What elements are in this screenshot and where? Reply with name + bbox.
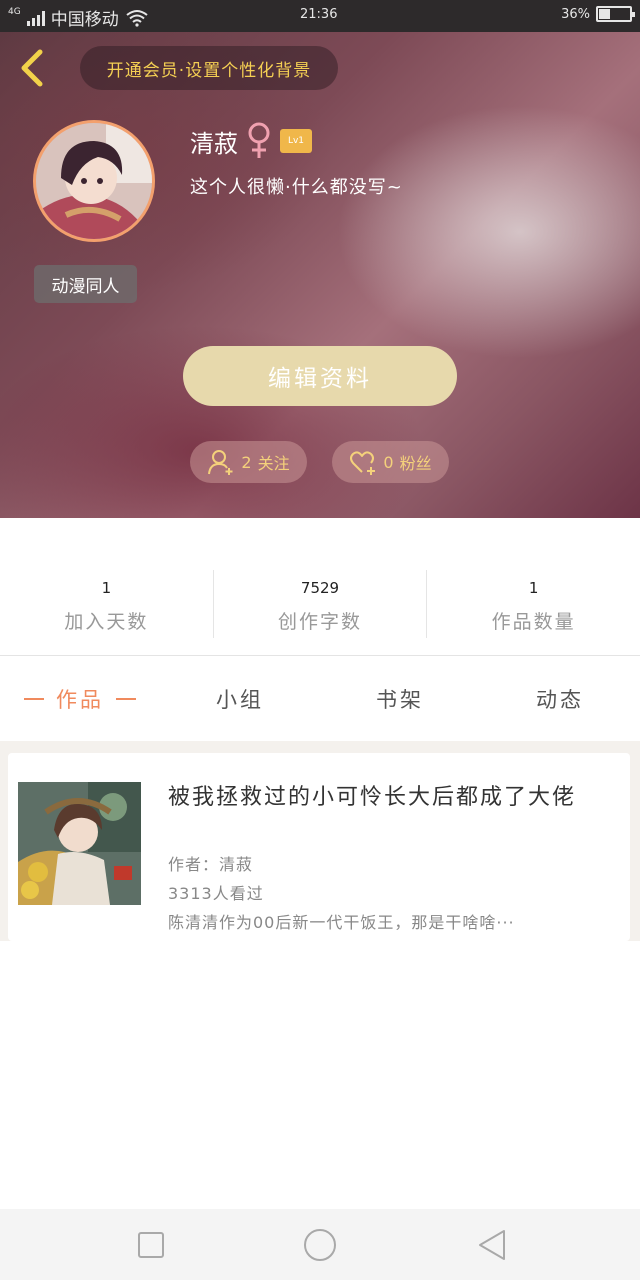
tab-activity[interactable]: 动态 — [480, 657, 640, 741]
works-list: 被我拯救过的小可怜长大后都成了大佬 作者：清菽 3313人看过 陈清清作为00后… — [0, 741, 640, 941]
fans-count: 0 — [383, 452, 394, 472]
profile-header: 开通会员·设置个性化背景 动漫同人 清菽 Lv1 这个人很懒·什么都没写~ 编辑… — [0, 32, 640, 518]
following-count: 2 — [241, 452, 252, 472]
status-right: 36% — [561, 6, 635, 22]
status-left: 4G 中国移动 — [8, 5, 149, 30]
username-row: 清菽 Lv1 — [190, 122, 312, 160]
status-bar: 4G 中国移动 21:36 36% — [0, 0, 640, 32]
stat-value: 1 — [528, 579, 539, 597]
fans-button[interactable]: 0 粉丝 — [332, 441, 449, 483]
stat-label: 作品数量 — [491, 611, 576, 633]
network-type: 4G — [8, 6, 21, 17]
work-card[interactable]: 被我拯救过的小可怜长大后都成了大佬 作者：清菽 3313人看过 陈清清作为00后… — [8, 753, 630, 941]
avatar[interactable] — [33, 120, 155, 242]
heart-add-icon — [350, 451, 376, 475]
stat-word-count: 7529 创作字数 — [214, 570, 428, 638]
vip-banner[interactable]: 开通会员·设置个性化背景 — [80, 46, 338, 90]
stat-works-count: 1 作品数量 — [427, 570, 640, 638]
category-tag[interactable]: 动漫同人 — [34, 265, 137, 303]
stat-value: 1 — [101, 579, 112, 597]
fans-label: 粉丝 — [399, 454, 432, 473]
username: 清菽 — [190, 129, 238, 158]
tab-bookshelf[interactable]: 书架 — [320, 657, 480, 741]
book-summary: 陈清清作为00后新一代干饭王，那是干啥啥··· — [168, 913, 515, 932]
avatar-image — [36, 123, 152, 239]
following-button[interactable]: 2 关注 — [190, 441, 307, 483]
stat-label: 加入天数 — [64, 611, 149, 633]
clock: 21:36 — [300, 7, 338, 22]
wifi-icon — [126, 9, 148, 27]
stats-row: 1 加入天数 7529 创作字数 1 作品数量 — [0, 570, 640, 638]
carrier-name: 中国移动 — [50, 10, 119, 30]
battery-icon — [596, 6, 635, 22]
female-gender-icon — [248, 122, 270, 158]
recent-apps-icon[interactable] — [133, 1227, 169, 1263]
tab-groups[interactable]: 小组 — [160, 657, 320, 741]
book-cover[interactable] — [18, 782, 141, 905]
cover-image — [18, 782, 141, 905]
battery-percent: 36% — [561, 6, 590, 22]
home-icon[interactable] — [302, 1227, 338, 1263]
tab-label: 动态 — [536, 688, 584, 712]
stat-label: 创作字数 — [278, 611, 363, 633]
book-author: 作者：清菽 — [168, 855, 254, 874]
back-icon[interactable] — [474, 1227, 510, 1263]
active-indicator — [24, 698, 44, 700]
book-views: 3313人看过 — [168, 884, 264, 903]
divider — [0, 655, 640, 656]
user-bio: 这个人很懒·什么都没写~ — [190, 177, 403, 198]
active-indicator — [116, 698, 136, 700]
following-label: 关注 — [257, 454, 290, 473]
level-badge: Lv1 — [280, 129, 312, 153]
stat-value: 7529 — [300, 579, 340, 597]
stat-join-days: 1 加入天数 — [0, 570, 214, 638]
tab-label: 作品 — [56, 688, 104, 712]
back-arrow-icon[interactable] — [14, 48, 54, 88]
tab-label: 小组 — [216, 688, 264, 712]
system-nav-bar — [0, 1209, 640, 1280]
signal-icon — [26, 10, 45, 26]
tab-works[interactable]: 作品 — [0, 657, 160, 741]
user-add-icon — [208, 450, 233, 475]
tab-bar: 作品 小组 书架 动态 — [0, 657, 640, 741]
edit-profile-button[interactable]: 编辑资料 — [183, 346, 457, 406]
book-title[interactable]: 被我拯救过的小可怜长大后都成了大佬 — [168, 779, 630, 811]
tab-label: 书架 — [376, 688, 424, 712]
